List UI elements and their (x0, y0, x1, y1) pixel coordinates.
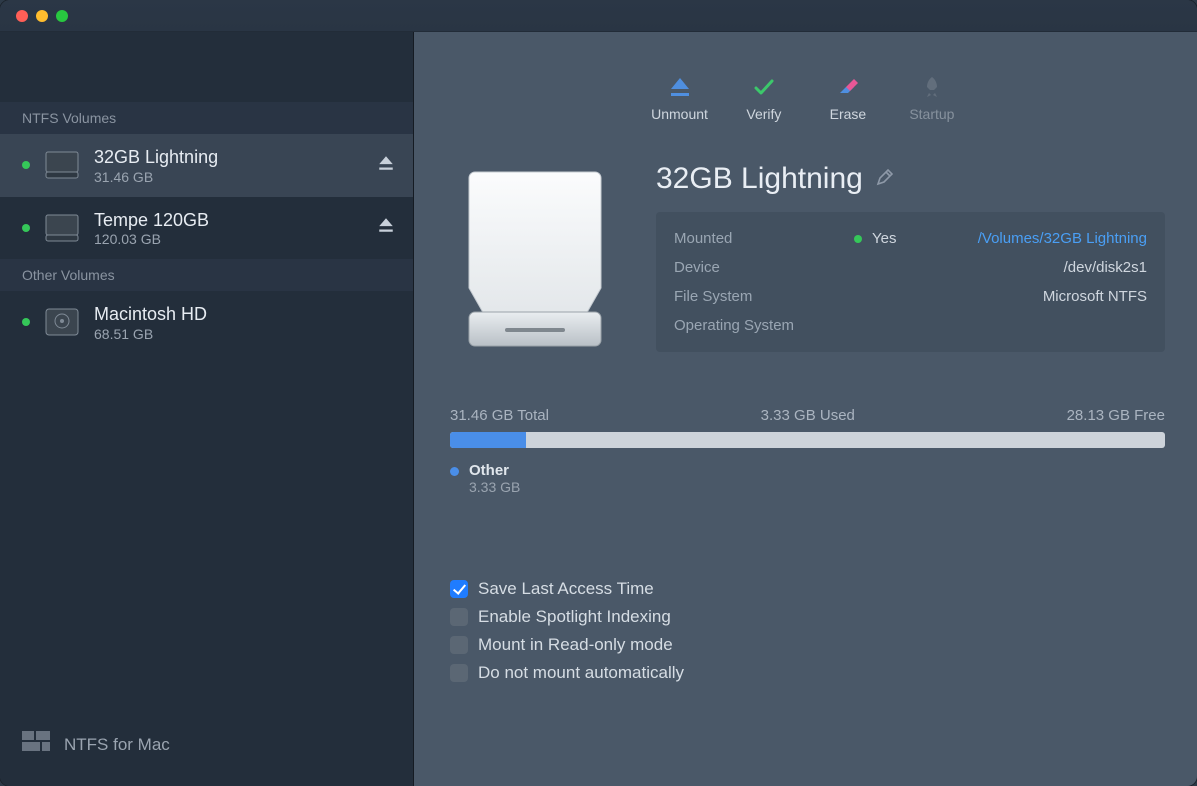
eject-icon[interactable] (377, 216, 395, 239)
sidebar-section-ntfs: NTFS Volumes (0, 102, 413, 134)
status-dot-icon (22, 318, 30, 326)
toolbar: Unmount Verify Erase (414, 32, 1197, 132)
storage-total: 31.46 GB Total (450, 407, 549, 424)
device-value: /dev/disk2s1 (1064, 259, 1147, 276)
checkbox-icon (450, 608, 468, 626)
status-dot-icon (22, 224, 30, 232)
toolbar-label: Unmount (651, 106, 708, 122)
storage-summary: 31.46 GB Total 3.33 GB Used 28.13 GB Fre… (450, 407, 1165, 424)
startup-button: Startup (904, 74, 960, 122)
verify-button[interactable]: Verify (736, 74, 792, 122)
storage-used: 3.33 GB Used (761, 407, 855, 424)
sidebar-item-32gb-lightning[interactable]: 32GB Lightning 31.46 GB (0, 134, 413, 197)
sidebar-item-label: 32GB Lightning (94, 146, 363, 169)
status-dot-icon (854, 235, 862, 243)
toolbar-label: Verify (746, 106, 781, 122)
info-row-mounted: Mounted Yes /Volumes/32GB Lightning (674, 224, 1147, 253)
window-close-button[interactable] (16, 10, 28, 22)
sidebar-item-macintosh-hd[interactable]: Macintosh HD 68.51 GB (0, 291, 413, 354)
mount-options: Save Last Access Time Enable Spotlight I… (450, 575, 1165, 687)
sidebar-footer: NTFS for Mac (0, 711, 413, 786)
app-logo-icon (22, 731, 50, 758)
checkbox-icon (450, 580, 468, 598)
window-zoom-button[interactable] (56, 10, 68, 22)
main-panel: Unmount Verify Erase (414, 32, 1197, 786)
sidebar-item-sublabel: 120.03 GB (94, 231, 363, 247)
eject-icon (667, 74, 693, 100)
app-name: NTFS for Mac (64, 735, 170, 755)
sidebar-item-sublabel: 31.46 GB (94, 169, 363, 185)
option-label: Mount in Read-only mode (478, 635, 673, 655)
info-row-os: Operating System (674, 311, 1147, 340)
storage-bar (450, 432, 1165, 448)
option-no-automount[interactable]: Do not mount automatically (450, 659, 1165, 687)
option-readonly[interactable]: Mount in Read-only mode (450, 631, 1165, 659)
internal-drive-icon (44, 307, 80, 337)
fs-value: Microsoft NTFS (1043, 288, 1147, 305)
eject-icon[interactable] (377, 154, 395, 177)
volume-info-panel: Mounted Yes /Volumes/32GB Lightning Devi… (656, 212, 1165, 352)
checkbox-icon (450, 664, 468, 682)
info-row-device: Device /dev/disk2s1 (674, 253, 1147, 282)
rocket-icon (919, 74, 945, 100)
mount-path-link[interactable]: /Volumes/32GB Lightning (978, 230, 1147, 247)
external-drive-icon (44, 150, 80, 180)
check-icon (751, 74, 777, 100)
window-titlebar (0, 0, 1197, 32)
checkbox-icon (450, 636, 468, 654)
sidebar-item-sublabel: 68.51 GB (94, 326, 395, 342)
toolbar-label: Startup (909, 106, 954, 122)
rename-button[interactable] (875, 167, 895, 192)
legend-dot-icon (450, 467, 459, 476)
info-row-filesystem: File System Microsoft NTFS (674, 282, 1147, 311)
sidebar-item-label: Macintosh HD (94, 303, 395, 326)
option-label: Save Last Access Time (478, 579, 654, 599)
sidebar: NTFS Volumes 32GB Lightning 31.46 GB (0, 32, 414, 786)
sidebar-item-tempe-120gb[interactable]: Tempe 120GB 120.03 GB (0, 197, 413, 260)
option-spotlight-indexing[interactable]: Enable Spotlight Indexing (450, 603, 1165, 631)
legend-name: Other (469, 462, 520, 479)
sidebar-item-label: Tempe 120GB (94, 209, 363, 232)
volume-hero-icon (450, 162, 620, 357)
option-label: Enable Spotlight Indexing (478, 607, 671, 627)
mounted-value: Yes (872, 230, 896, 247)
option-save-last-access[interactable]: Save Last Access Time (450, 575, 1165, 603)
erase-button[interactable]: Erase (820, 74, 876, 122)
storage-legend: Other 3.33 GB (450, 462, 1165, 495)
legend-size: 3.33 GB (469, 479, 520, 495)
window-minimize-button[interactable] (36, 10, 48, 22)
volume-title: 32GB Lightning (656, 162, 863, 196)
storage-free: 28.13 GB Free (1067, 407, 1165, 424)
option-label: Do not mount automatically (478, 663, 684, 683)
eraser-icon (835, 74, 861, 100)
external-drive-icon (44, 213, 80, 243)
sidebar-section-other: Other Volumes (0, 259, 413, 291)
unmount-button[interactable]: Unmount (651, 74, 708, 122)
status-dot-icon (22, 161, 30, 169)
storage-bar-fill (450, 432, 526, 448)
toolbar-label: Erase (830, 106, 867, 122)
